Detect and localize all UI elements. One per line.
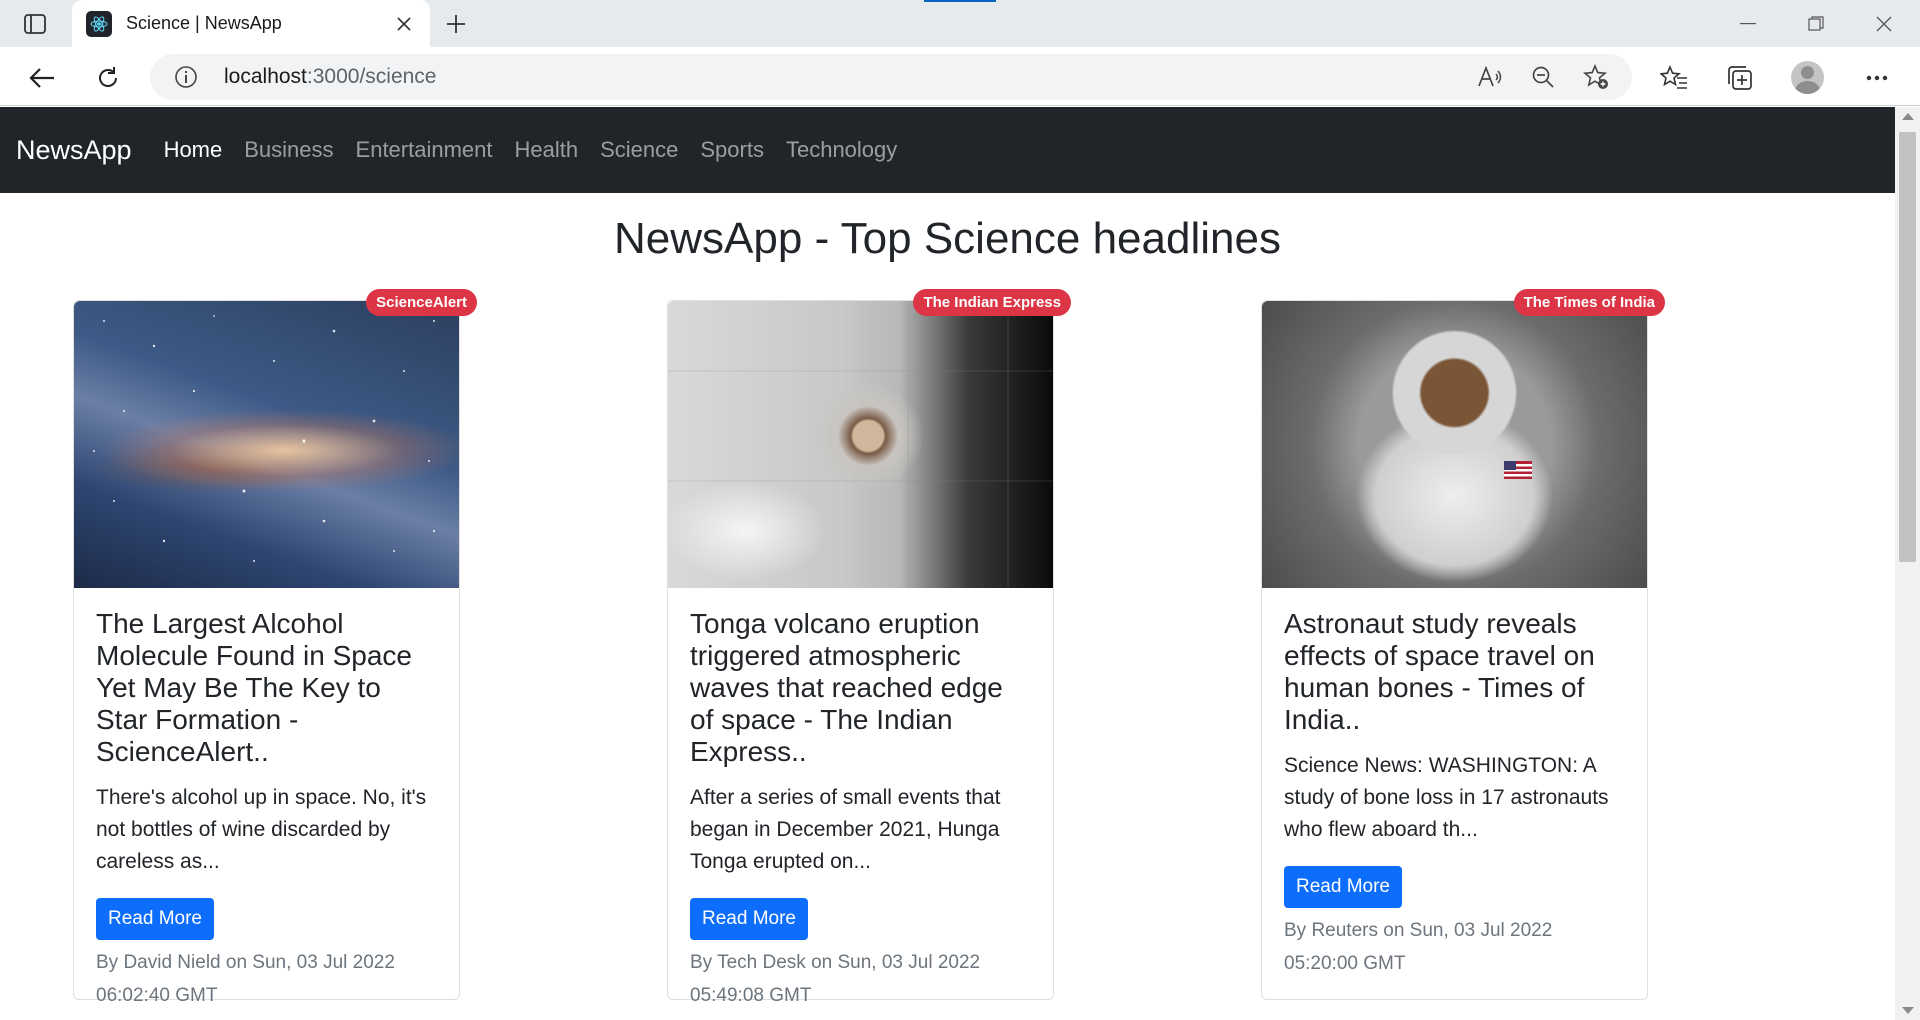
new-tab-icon[interactable] [442,10,470,38]
article-image [1262,301,1647,588]
url-text: localhost:3000/science [224,65,436,89]
site-info-icon[interactable] [174,65,198,89]
nav-link-home[interactable]: Home [164,137,223,163]
article-title: The Largest Alcohol Molecule Found in Sp… [96,608,412,767]
article-title: Astronaut study reveals effects of space… [1284,608,1595,735]
url-path: :3000/science [306,65,437,88]
news-card: ScienceAlert The Largest Alcohol Molecul… [73,289,477,1006]
article-description: After a series of small events that bega… [690,786,1001,873]
article-description: Science News: WASHINGTON: A study of bon… [1284,754,1609,841]
tab-loading-indicator [924,0,996,2]
page-viewport: NewsApp Home Business Entertainment Heal… [0,107,1895,1020]
read-more-button[interactable]: Read More [96,898,214,940]
address-bar[interactable]: localhost:3000/science [150,54,1632,100]
read-more-button[interactable]: Read More [1284,866,1402,908]
source-badge: The Indian Express [913,289,1071,316]
favorites-icon[interactable] [1657,61,1691,95]
scroll-up-arrow-icon[interactable] [1902,113,1914,120]
url-host: localhost [224,65,307,88]
scrollbar-thumb[interactable] [1899,132,1916,562]
nav-link-science[interactable]: Science [600,137,678,163]
news-card: The Indian Express Tonga volcano eruptio… [667,289,1071,1006]
tab-title: Science | NewsApp [126,13,282,33]
news-card: The Times of India Astronaut study revea… [1261,289,1665,1000]
nav-link-entertainment[interactable]: Entertainment [356,137,493,163]
read-aloud-icon[interactable] [1476,63,1504,91]
article-description: There's alcohol up in space. No, it's no… [96,786,427,873]
tab-close-icon[interactable] [392,12,416,36]
collections-icon[interactable] [1723,61,1757,95]
close-window-icon[interactable] [1870,10,1898,38]
zoom-out-icon[interactable] [1529,63,1557,91]
back-icon[interactable] [25,61,59,95]
page-title: NewsApp - Top Science headlines [614,214,1281,263]
article-title: Tonga volcano eruption triggered atmosph… [690,608,1003,767]
source-badge: The Times of India [1513,289,1665,316]
restore-icon[interactable] [1802,10,1830,38]
minimize-icon[interactable] [1734,10,1762,38]
scroll-down-arrow-icon[interactable] [1902,1007,1914,1014]
nav-link-technology[interactable]: Technology [786,137,897,163]
navbar-brand[interactable]: NewsApp [16,135,132,166]
source-badge: ScienceAlert [366,289,477,316]
nav-link-health[interactable]: Health [515,137,579,163]
site-navbar: NewsApp Home Business Entertainment Heal… [0,107,1895,193]
article-meta: By Reuters on Sun, 03 Jul 2022 05:20:00 … [1284,920,1553,974]
nav-link-business[interactable]: Business [244,137,333,163]
more-menu-icon[interactable] [1860,61,1894,95]
add-favorite-icon[interactable] [1582,63,1610,91]
react-favicon-icon [86,10,112,37]
article-image [668,301,1053,588]
nav-link-sports[interactable]: Sports [700,137,764,163]
browser-tabstrip: Science | NewsApp [0,0,1920,47]
refresh-icon[interactable] [91,61,125,95]
browser-toolbar: localhost:3000/science [0,47,1920,106]
profile-avatar[interactable] [1791,61,1824,94]
page-scrollbar[interactable] [1895,107,1920,1020]
read-more-button[interactable]: Read More [690,898,808,940]
tab-actions-icon[interactable] [22,12,48,36]
browser-tab-active[interactable]: Science | NewsApp [72,0,430,47]
article-meta: By Tech Desk on Sun, 03 Jul 2022 05:49:0… [690,952,981,1006]
article-image [74,301,459,588]
article-meta: By David Nield on Sun, 03 Jul 2022 06:02… [96,952,395,1006]
